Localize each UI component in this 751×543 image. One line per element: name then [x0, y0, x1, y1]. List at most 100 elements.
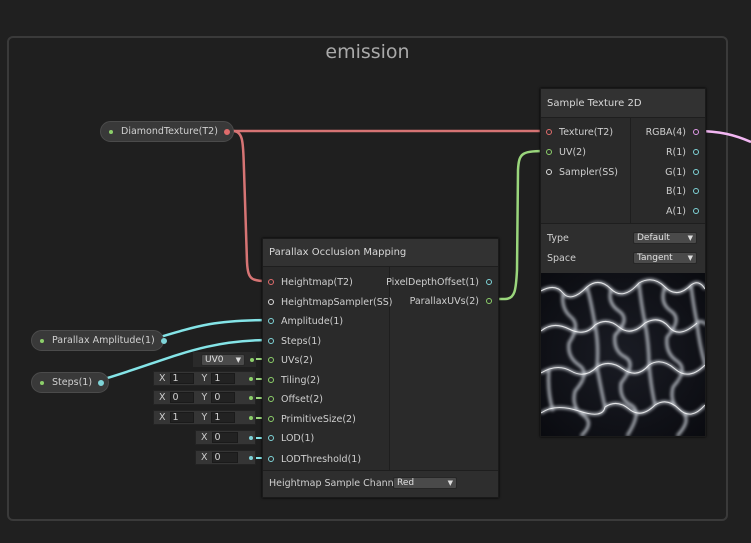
output-rgba[interactable]: RGBA(4)	[646, 125, 699, 139]
input-label: LOD(1)	[281, 432, 315, 444]
offset-y-field[interactable]: 0	[211, 392, 236, 403]
output-label: A(1)	[666, 205, 686, 217]
output-label: G(1)	[665, 166, 686, 178]
input-tiling[interactable]: Tiling(2)	[268, 373, 320, 387]
input-port-icon[interactable]	[268, 318, 274, 324]
output-a[interactable]: A(1)	[666, 204, 699, 218]
output-pixel-depth-offset[interactable]: PixelDepthOffset(1)	[386, 275, 492, 289]
property-dot-icon	[40, 338, 44, 343]
input-port-icon[interactable]	[268, 456, 274, 462]
property-label: Parallax Amplitude(1)	[52, 335, 155, 346]
property-label: DiamondTexture(T2)	[121, 126, 218, 137]
axis-y-label: Y	[201, 373, 208, 384]
input-offset[interactable]: Offset(2)	[268, 392, 323, 406]
uvs-default: UV0 ▼	[193, 352, 256, 367]
texture-preview	[541, 273, 705, 436]
input-port-icon[interactable]	[268, 377, 274, 383]
property-steps[interactable]: Steps(1)	[31, 372, 109, 393]
output-port-icon[interactable]	[486, 298, 492, 304]
axis-x-label: X	[201, 452, 208, 463]
input-uv[interactable]: UV(2)	[546, 145, 586, 159]
input-steps[interactable]: Steps(1)	[268, 334, 321, 348]
node-title[interactable]: Sample Texture 2D	[541, 89, 705, 118]
input-label: LODThreshold(1)	[281, 453, 362, 465]
connector-dot-icon	[249, 396, 253, 400]
node-settings: Heightmap Sample Channel Red ▼	[263, 470, 498, 497]
uv-dropdown-value: UV0	[205, 354, 224, 365]
input-sampler[interactable]: Sampler(SS)	[546, 165, 618, 179]
input-port-icon[interactable]	[546, 169, 552, 175]
lodthreshold-default: X 0	[195, 450, 256, 465]
axis-x-label: X	[201, 432, 208, 443]
output-parallax-uvs[interactable]: ParallaxUVs(2)	[410, 294, 492, 308]
node-title[interactable]: Parallax Occlusion Mapping	[263, 239, 498, 267]
primitive-y-field[interactable]: 1	[211, 412, 236, 423]
uv-channel-dropdown[interactable]: UV0 ▼	[201, 353, 245, 366]
tiling-y-field[interactable]: 1	[211, 373, 236, 384]
output-port-icon[interactable]	[693, 188, 699, 194]
setting-label: Heightmap Sample Channel	[269, 478, 403, 489]
input-lod[interactable]: LOD(1)	[268, 431, 314, 445]
input-label: UV(2)	[559, 146, 586, 158]
output-port-icon[interactable]	[223, 128, 230, 135]
input-port-icon[interactable]	[268, 396, 274, 402]
connector-dot-icon	[249, 416, 253, 420]
property-label: Steps(1)	[52, 377, 93, 388]
output-port-icon[interactable]	[693, 149, 699, 155]
dropdown-value: Red	[397, 478, 415, 488]
space-dropdown[interactable]: Tangent ▼	[633, 252, 697, 264]
input-port-icon[interactable]	[268, 299, 274, 305]
chevron-down-icon: ▼	[687, 254, 693, 262]
type-label: Type	[547, 233, 569, 244]
input-heightmap[interactable]: Heightmap(T2)	[268, 275, 353, 289]
dropdown-value: Default	[637, 233, 670, 243]
node-parallax-occlusion-mapping[interactable]: Parallax Occlusion Mapping Heightmap(T2)…	[262, 238, 499, 498]
graph-canvas[interactable]: emission DiamondTexture(T2) Parallax Amp…	[0, 0, 751, 543]
node-sample-texture-2d[interactable]: Sample Texture 2D Texture(T2) UV(2) Samp…	[540, 88, 706, 437]
tiling-x-field[interactable]: 1	[169, 373, 194, 384]
group-title[interactable]: emission	[9, 41, 726, 63]
output-port-icon[interactable]	[693, 129, 699, 135]
input-primitive-size[interactable]: PrimitiveSize(2)	[268, 412, 356, 426]
output-port-icon[interactable]	[693, 169, 699, 175]
output-g[interactable]: G(1)	[665, 165, 699, 179]
voronoi-texture-image	[541, 273, 705, 436]
input-port-icon[interactable]	[268, 416, 274, 422]
property-parallax-amplitude[interactable]: Parallax Amplitude(1)	[31, 330, 167, 351]
output-r[interactable]: R(1)	[666, 145, 699, 159]
input-port-icon[interactable]	[546, 129, 552, 135]
offset-x-field[interactable]: 0	[169, 392, 194, 403]
input-amplitude[interactable]: Amplitude(1)	[268, 314, 343, 328]
input-port-icon[interactable]	[268, 338, 274, 344]
property-diamond-texture[interactable]: DiamondTexture(T2)	[100, 121, 234, 142]
axis-y-label: Y	[201, 412, 208, 423]
lodthreshold-x-field[interactable]: 0	[211, 452, 238, 463]
output-port-icon[interactable]	[98, 379, 105, 386]
input-port-icon[interactable]	[268, 435, 274, 441]
input-port-icon[interactable]	[546, 149, 552, 155]
connector-dot-icon	[249, 456, 253, 460]
input-port-icon[interactable]	[268, 279, 274, 285]
input-uvs[interactable]: UVs(2)	[268, 353, 313, 367]
output-label: B(1)	[666, 185, 686, 197]
output-port-icon[interactable]	[693, 208, 699, 214]
input-texture[interactable]: Texture(T2)	[546, 125, 613, 139]
input-label: Heightmap(T2)	[281, 276, 353, 288]
output-port-icon[interactable]	[160, 337, 167, 344]
space-label: Space	[547, 253, 576, 264]
input-label: Tiling(2)	[281, 374, 320, 386]
dropdown-value: Tangent	[637, 253, 673, 263]
primitive-x-field[interactable]: 1	[169, 412, 194, 423]
output-port-icon[interactable]	[486, 279, 492, 285]
lod-x-field[interactable]: 0	[211, 432, 238, 443]
heightmap-channel-dropdown[interactable]: Red ▼	[393, 477, 457, 489]
input-label: Texture(T2)	[559, 126, 614, 138]
output-b[interactable]: B(1)	[666, 184, 699, 198]
input-heightmap-sampler[interactable]: HeightmapSampler(SS)	[268, 295, 393, 309]
input-lod-threshold[interactable]: LODThreshold(1)	[268, 452, 361, 466]
connector-dot-icon	[250, 358, 254, 362]
type-dropdown[interactable]: Default ▼	[633, 232, 697, 244]
connector-dot-icon	[249, 436, 253, 440]
input-port-icon[interactable]	[268, 357, 274, 363]
property-dot-icon	[40, 380, 44, 385]
